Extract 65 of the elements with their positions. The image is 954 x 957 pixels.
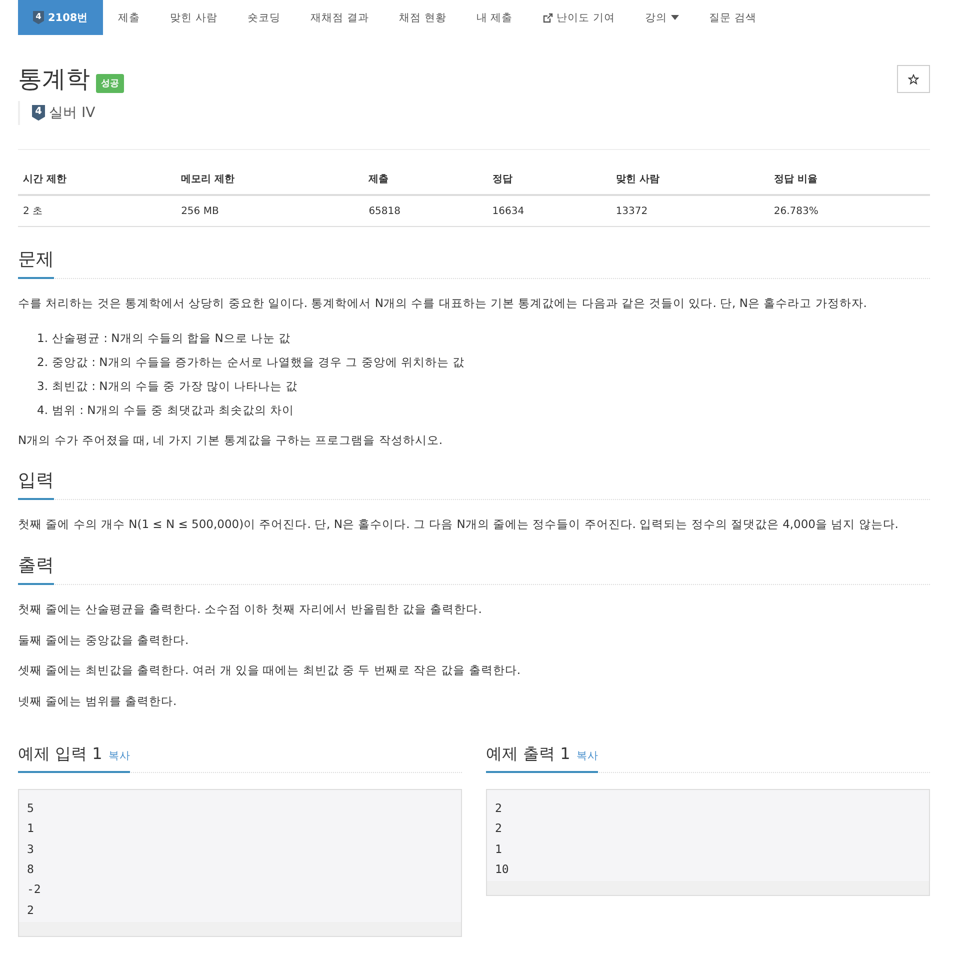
tier-icon: 4: [32, 105, 45, 121]
paragraph: 수를 처리하는 것은 통계학에서 상당히 중요한 일이다. 통계학에서 N개의 수를 대표하는 기본 통계값에는 다음과 같은 것들이 있다. 단, N은 홀수라고 가정하자.: [18, 295, 868, 312]
nav-tab[interactable]: 숏코딩: [232, 0, 296, 35]
list-number: 2.: [36, 354, 48, 371]
list-item: 최빈값 : N개의 수들 중 가장 많이 나타나는 값: [52, 378, 298, 395]
external-link-icon: [542, 12, 553, 22]
star-icon: [908, 74, 919, 84]
tier-icon: 4: [33, 10, 44, 24]
list-item: 중앙값 : N개의 수들을 증가하는 순서로 나열했을 경우 그 중앙에 위치하는 값: [52, 354, 465, 371]
column-header: 시간 제한: [18, 164, 176, 195]
copy-link[interactable]: 복사: [108, 748, 130, 763]
nav-tab[interactable]: 채점 현황: [384, 0, 462, 35]
nav-tab[interactable]: 재채점 결과: [296, 0, 384, 35]
column-header: 제출: [364, 164, 488, 195]
nav-tab[interactable]: 질문 검색: [694, 0, 772, 35]
nav-tab[interactable]: 강의: [630, 0, 694, 35]
paragraph: 넷째 줄에는 범위를 출력한다.: [18, 693, 178, 710]
nav-tab[interactable]: 맞힌 사람: [155, 0, 233, 35]
paragraph: 셋째 줄에는 최빈값을 출력한다. 여러 개 있을 때에는 최빈값 중 두 번째로 작은 값을 출력한다.: [18, 662, 522, 680]
code-line: 1: [27, 820, 35, 838]
code-line: 8: [27, 860, 35, 878]
table-cell: 256 MB: [176, 195, 364, 226]
code-line: 2: [495, 820, 503, 838]
column-header: 맞힌 사람: [610, 164, 769, 195]
column-header: 정답 비율: [768, 164, 930, 195]
column-header: 정답: [487, 164, 611, 195]
code-line: 3: [27, 840, 35, 858]
nav-tab[interactable]: 제출: [103, 0, 156, 35]
code-line: 2: [27, 902, 35, 919]
table-cell: 16634: [487, 195, 611, 226]
favorite-button[interactable]: [897, 65, 930, 93]
code-line: 10: [495, 860, 510, 878]
sample-heading: 예제 출력 1: [486, 744, 570, 765]
paragraph: 첫째 줄에 수의 개수 N(1 ≤ N ≤ 500,000)이 주어진다. 단, N은 홀수이다. 그 다음 N개의 줄에는 정수들이 주어진다. 입력되는 정수의 절댓값은 4,000을 넘지 않는다.: [18, 516, 900, 534]
code-line: -2: [27, 881, 42, 898]
paragraph: N개의 수가 주어졌을 때, 네 가지 기본 통계값을 구하는 프로그램을 작성하시오.: [18, 432, 444, 448]
column-header: 메모리 제한: [176, 164, 364, 195]
horizontal-scrollbar[interactable]: [19, 922, 461, 936]
code-line: 1: [495, 840, 503, 858]
section-heading: 입력: [18, 468, 54, 500]
sample-heading: 예제 입력 1: [18, 744, 102, 765]
problem-title: 통계학: [18, 64, 90, 95]
nav-tab[interactable]: 난이도 기여: [528, 0, 630, 35]
nav-tab[interactable]: 내 제출: [461, 0, 528, 35]
table-cell: 2 초: [18, 195, 176, 226]
paragraph: 첫째 줄에는 산술평균을 출력한다. 소수점 이하 첫째 자리에서 반올림한 값을 출력한다.: [18, 601, 483, 618]
section-heading: 출력: [18, 553, 54, 586]
list-number: 1.: [36, 330, 48, 347]
section-heading: 문제: [18, 247, 54, 279]
code-line: 2: [495, 800, 503, 817]
table-cell: 65818: [364, 195, 488, 226]
list-number: 3.: [36, 378, 48, 395]
list-item: 산술평균 : N개의 수들의 합을 N으로 나눈 값: [52, 330, 291, 347]
horizontal-scrollbar[interactable]: [487, 881, 929, 896]
status-badge: 성공: [96, 74, 124, 93]
nav-tab[interactable]: 4 2108번: [18, 0, 104, 35]
list-item: 범위 : N개의 수들 중 최댓값과 최솟값의 차이: [52, 402, 294, 419]
copy-link[interactable]: 복사: [576, 748, 598, 763]
code-line: 5: [27, 800, 35, 817]
tier-label: 실버 IV: [49, 104, 96, 122]
paragraph: 둘째 줄에는 중앙값을 출력한다.: [18, 632, 190, 648]
list-number: 4.: [36, 402, 48, 419]
table-cell: 26.783%: [768, 195, 930, 226]
table-cell: 13372: [610, 195, 769, 226]
caret-icon: [670, 15, 679, 20]
